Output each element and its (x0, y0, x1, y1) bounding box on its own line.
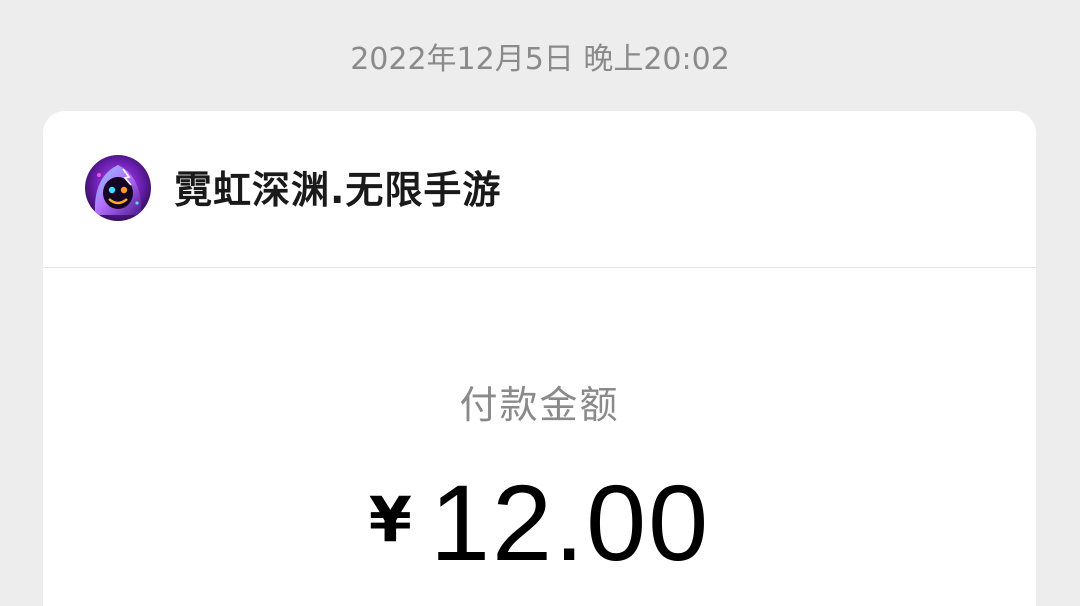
amount-value: 12.00 (429, 462, 711, 583)
payment-notification-screen: 2022年12月5日 晚上20:02 霓虹深渊.无限手游 付款金额 ¥ 12.0… (0, 0, 1080, 606)
neon-character-icon (85, 155, 151, 221)
card-header[interactable]: 霓虹深渊.无限手游 (43, 111, 1036, 268)
payment-card[interactable]: 霓虹深渊.无限手游 付款金额 ¥12.00 (43, 111, 1036, 606)
merchant-name[interactable]: 霓虹深渊.无限手游 (174, 165, 501, 215)
payment-amount: ¥12.00 (43, 463, 1036, 583)
currency-symbol: ¥ (368, 483, 412, 556)
message-timestamp: 2022年12月5日 晚上20:02 (350, 42, 730, 77)
merchant-avatar[interactable] (85, 155, 151, 221)
payment-amount-label: 付款金额 (459, 383, 620, 427)
